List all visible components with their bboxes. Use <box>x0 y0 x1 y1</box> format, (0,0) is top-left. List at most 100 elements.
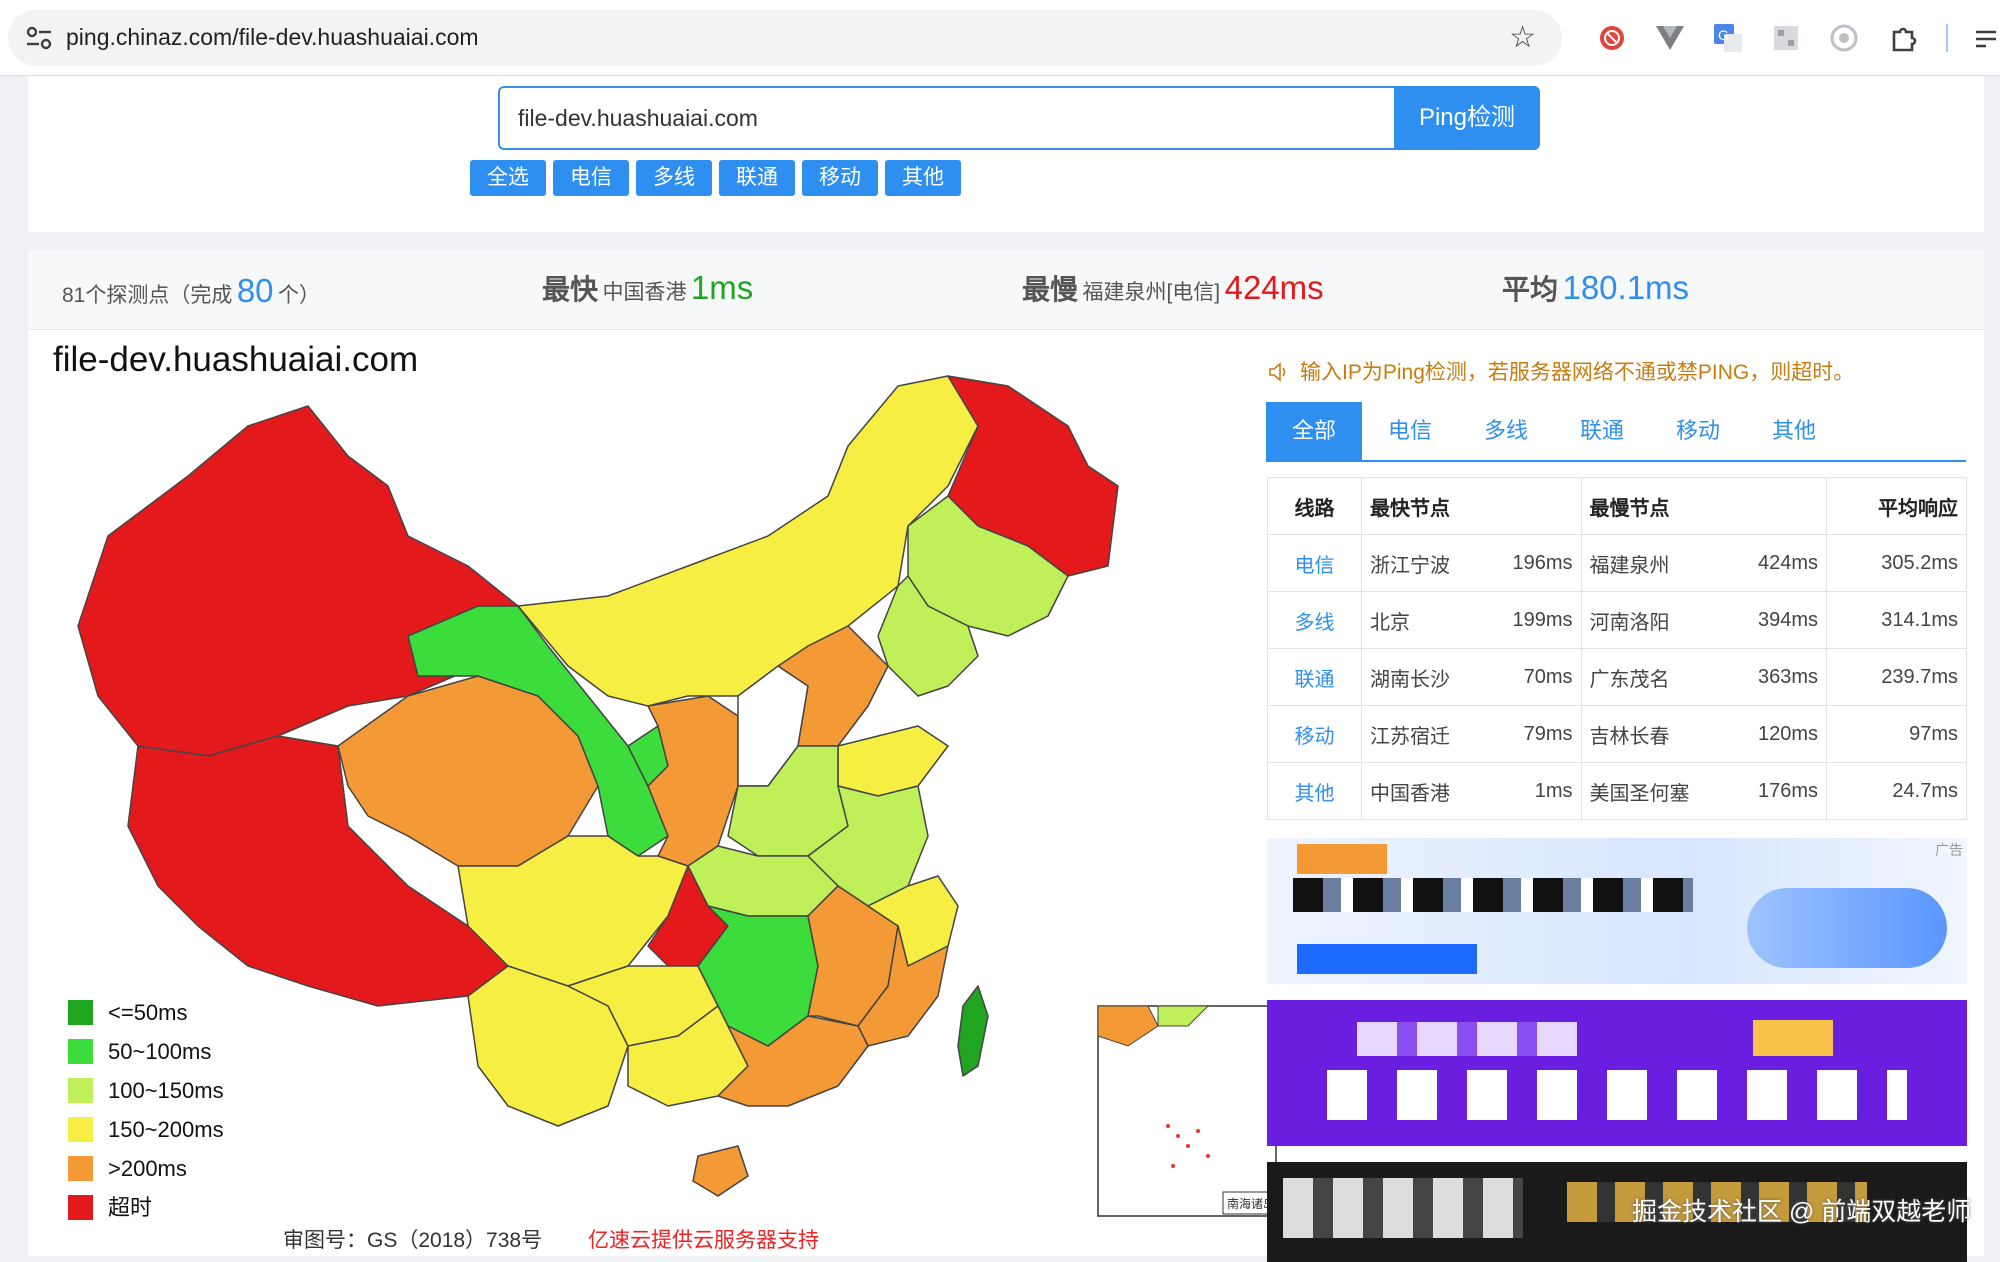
ping-check-button[interactable]: Ping检测 <box>1394 86 1540 150</box>
average-stat: 平均 180.1ms <box>1502 268 1689 308</box>
chip-telecom[interactable]: 电信 <box>553 160 629 196</box>
extensions-puzzle-icon[interactable] <box>1888 22 1920 54</box>
chip-select-all[interactable]: 全选 <box>470 160 546 196</box>
chip-other[interactable]: 其他 <box>885 160 961 196</box>
extension-camera-icon[interactable] <box>1828 22 1860 54</box>
row-fast-ms: 199ms <box>1483 591 1582 649</box>
slowest-stat: 最慢 福建泉州[电信] 424ms <box>1022 268 1324 308</box>
header-fastest: 最快节点 <box>1361 477 1582 535</box>
row-line[interactable]: 多线 <box>1267 591 1362 649</box>
site-settings-icon[interactable] <box>26 26 52 50</box>
row-line[interactable]: 移动 <box>1267 705 1362 763</box>
row-slow-ms: 424ms <box>1729 534 1828 592</box>
toolbar-divider <box>1946 24 1948 52</box>
result-panel: file-dev.huashuaiai.com 南海诸岛 <=50ms 50~1… <box>28 330 1984 1262</box>
stats-bar: 81个探测点（完成 80 个） 最快 中国香港 1ms 最慢 福建泉州[电信] … <box>28 250 1984 330</box>
notice-text: 输入IP为Ping检测，若服务器网络不通或禁PING，则超时。 <box>1268 356 1854 386</box>
legend-swatch <box>68 1039 93 1064</box>
bookmark-star-icon[interactable]: ☆ <box>1509 20 1536 55</box>
table-row: 移动 江苏宿迁 79ms 吉林长春 120ms 97ms <box>1267 705 1967 763</box>
legend-label: 超时 <box>108 1195 153 1220</box>
legend-swatch <box>68 1078 93 1103</box>
row-fast-node: 北京 <box>1360 591 1484 649</box>
reading-list-icon[interactable] <box>1972 22 2000 54</box>
legend-swatch <box>68 1195 93 1220</box>
row-slow-node: 福建泉州 <box>1580 534 1730 592</box>
header-average: 平均响应 <box>1826 477 1967 535</box>
line-tabs: 全部 电信 多线 联通 移动 其他 <box>1266 402 1966 462</box>
row-slow-ms: 120ms <box>1729 705 1828 763</box>
row-slow-node: 河南洛阳 <box>1580 591 1730 649</box>
slowest-node: 福建泉州[电信] <box>1082 281 1221 304</box>
region-hainan <box>692 1145 749 1197</box>
row-line[interactable]: 电信 <box>1267 534 1362 592</box>
chip-mobile[interactable]: 移动 <box>802 160 878 196</box>
chip-unicom[interactable]: 联通 <box>719 160 795 196</box>
svg-text:G: G <box>1718 27 1729 43</box>
notice-message: 输入IP为Ping检测，若服务器网络不通或禁PING，则超时。 <box>1300 361 1855 384</box>
legend-label: >200ms <box>108 1156 187 1181</box>
browser-toolbar: ping.chinaz.com/file-dev.huashuaiai.com … <box>0 0 2000 76</box>
tab-all[interactable]: 全部 <box>1266 402 1362 460</box>
row-avg: 97ms <box>1826 705 1967 763</box>
search-panel: Ping检测 全选 电信 多线 联通 移动 其他 <box>28 76 1984 232</box>
row-fast-ms: 196ms <box>1483 534 1582 592</box>
row-slow-node: 吉林长春 <box>1580 705 1730 763</box>
row-fast-node: 浙江宁波 <box>1360 534 1484 592</box>
extension-qr-icon[interactable] <box>1770 22 1802 54</box>
speaker-icon <box>1269 362 1286 382</box>
chip-multiline[interactable]: 多线 <box>636 160 712 196</box>
legend-label: 150~200ms <box>108 1117 224 1142</box>
extension-vue-icon[interactable] <box>1654 22 1686 54</box>
row-fast-ms: 79ms <box>1483 705 1582 763</box>
legend-swatch <box>68 1000 93 1025</box>
tab-telecom[interactable]: 电信 <box>1362 402 1458 460</box>
extension-translate-icon[interactable]: G <box>1712 22 1744 54</box>
probe-count-suffix: 个） <box>277 284 320 307</box>
table-row: 其他 中国香港 1ms 美国圣何塞 176ms 24.7ms <box>1267 762 1967 820</box>
domain-input[interactable] <box>498 86 1394 150</box>
url-text[interactable]: ping.chinaz.com/file-dev.huashuaiai.com <box>66 24 479 51</box>
china-latency-map: 南海诸岛 <box>77 375 1277 1217</box>
tab-mobile[interactable]: 移动 <box>1650 402 1746 460</box>
row-fast-node: 中国香港 <box>1360 762 1484 820</box>
slowest-value: 424ms <box>1224 269 1324 306</box>
table-header-row: 线路 最快节点 最慢节点 平均响应 <box>1267 477 1967 535</box>
header-slowest: 最慢节点 <box>1580 477 1828 535</box>
region-taiwan <box>957 985 989 1077</box>
row-fast-ms: 1ms <box>1483 762 1582 820</box>
table-row: 电信 浙江宁波 196ms 福建泉州 424ms 305.2ms <box>1267 534 1967 592</box>
fastest-node: 中国香港 <box>602 281 687 304</box>
slowest-label: 最慢 <box>1022 274 1079 305</box>
ad-label: 广告 <box>1935 842 1963 858</box>
address-bar[interactable]: ping.chinaz.com/file-dev.huashuaiai.com … <box>8 10 1562 66</box>
average-value: 180.1ms <box>1562 269 1690 306</box>
fastest-label: 最快 <box>542 274 599 305</box>
row-fast-node: 江苏宿迁 <box>1360 705 1484 763</box>
ad-banner-1[interactable]: 广告 <box>1267 838 1967 984</box>
ad-banner-2[interactable] <box>1267 1000 1967 1146</box>
table-row: 多线 北京 199ms 河南洛阳 394ms 314.1ms <box>1267 591 1967 649</box>
row-fast-node: 湖南长沙 <box>1360 648 1484 706</box>
row-avg: 314.1ms <box>1826 591 1967 649</box>
legend-swatch <box>68 1117 93 1142</box>
line-summary-table: 线路 最快节点 最慢节点 平均响应 电信 浙江宁波 196ms 福建泉州 424… <box>1267 477 1967 820</box>
row-slow-ms: 363ms <box>1729 648 1828 706</box>
probe-count: 81个探测点（完成 80 个） <box>62 272 320 310</box>
map-approval-number: 审图号：GS（2018）738号 <box>283 1229 543 1252</box>
row-slow-ms: 176ms <box>1729 762 1828 820</box>
row-line[interactable]: 其他 <box>1267 762 1362 820</box>
row-fast-ms: 70ms <box>1483 648 1582 706</box>
probe-count-prefix: 81个探测点（完成 <box>62 284 233 307</box>
average-label: 平均 <box>1502 274 1559 305</box>
tab-unicom[interactable]: 联通 <box>1554 402 1650 460</box>
row-avg: 24.7ms <box>1826 762 1967 820</box>
tab-other[interactable]: 其他 <box>1746 402 1842 460</box>
tab-multiline[interactable]: 多线 <box>1458 402 1554 460</box>
row-line[interactable]: 联通 <box>1267 648 1362 706</box>
extension-stop-icon[interactable] <box>1596 22 1628 54</box>
sponsor-link[interactable]: 亿速云提供云服务器支持 <box>588 1224 819 1254</box>
legend-label: 100~150ms <box>108 1078 224 1103</box>
legend-label: <=50ms <box>108 1000 188 1025</box>
row-slow-node: 美国圣何塞 <box>1580 762 1730 820</box>
